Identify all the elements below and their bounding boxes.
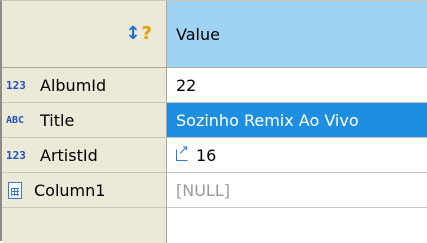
sort-question-icon[interactable]: ↕? <box>125 25 152 43</box>
empty-row <box>2 208 427 243</box>
row-label: Column1 <box>34 180 106 200</box>
corner-header[interactable]: ↕? <box>2 1 167 68</box>
value-cell-albumid[interactable]: 22 <box>167 68 427 103</box>
cell-value: 16 <box>196 145 217 165</box>
value-column-header[interactable]: Value <box>167 1 427 68</box>
cell-value: [NULL] <box>176 180 230 200</box>
foreign-key-link-icon[interactable] <box>176 144 189 161</box>
row-header-empty <box>2 208 167 243</box>
numeric-type-icon: 123 <box>6 148 26 162</box>
table-doc-icon <box>8 181 22 199</box>
value-cell-artistid[interactable]: 16 <box>167 138 427 173</box>
row-label: AlbumId <box>40 75 107 95</box>
value-column-label: Value <box>176 24 220 44</box>
text-type-icon: ABC <box>6 114 25 126</box>
row-header-artistid[interactable]: 123 ArtistId <box>2 138 167 173</box>
row-header-albumid[interactable]: 123 AlbumId <box>2 68 167 103</box>
record-grid: ↕? Value 123 AlbumId 22 ABC Title Sozinh… <box>0 0 427 243</box>
row-header-title[interactable]: ABC Title <box>2 103 167 138</box>
value-cell-column1[interactable]: [NULL] <box>167 173 427 208</box>
row-header-column1[interactable]: Column1 <box>2 173 167 208</box>
row-label: ArtistId <box>40 145 98 165</box>
record-row-column1[interactable]: Column1 [NULL] <box>2 173 427 208</box>
cell-value: 22 <box>176 75 197 95</box>
value-cell-empty <box>167 208 427 243</box>
grid-header-row: ↕? Value <box>2 1 427 68</box>
numeric-type-icon: 123 <box>6 78 26 92</box>
record-row-artistid[interactable]: 123 ArtistId 16 <box>2 138 427 173</box>
record-row-title[interactable]: ABC Title Sozinho Remix Ao Vivo <box>2 103 427 138</box>
row-label: Title <box>40 110 75 130</box>
record-row-albumid[interactable]: 123 AlbumId 22 <box>2 68 427 103</box>
value-cell-title[interactable]: Sozinho Remix Ao Vivo <box>167 103 427 138</box>
cell-value: Sozinho Remix Ao Vivo <box>176 110 359 130</box>
